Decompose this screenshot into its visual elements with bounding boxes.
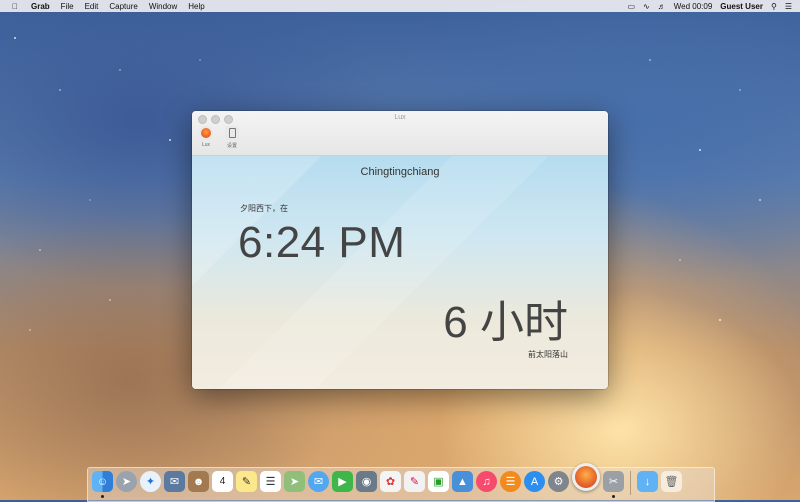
menu-bar:  Grab File Edit Capture Window Help ▭ ∿…: [0, 0, 800, 12]
sunset-prefix-text: 夕阳西下，在: [240, 204, 288, 213]
calendar-icon[interactable]: 4: [212, 471, 233, 492]
contacts-icon[interactable]: ☻: [188, 471, 209, 492]
downloads-folder-icon[interactable]: ↓: [637, 471, 658, 492]
notes-icon[interactable]: ✎: [236, 471, 257, 492]
sunset-time: 6:24 PM: [238, 218, 406, 267]
system-preferences-icon[interactable]: ⚙: [548, 471, 569, 492]
trash-icon[interactable]: 🗑: [661, 471, 682, 492]
toolbar-settings-label: 设置: [226, 143, 237, 149]
dock: ☺ ➤ ✦ ✉ ☻ 4 ✎ ☰ ➤ ✉ ▶ ◉ ✿ ✎ ▣ ▲ ♫ ☰ A ⚙ …: [87, 463, 715, 502]
location-name: Chingtingchiang: [360, 166, 440, 178]
window-toolbar: Lux 设置: [196, 126, 242, 149]
facetime-icon[interactable]: ▶: [332, 471, 353, 492]
menu-window[interactable]: Window: [149, 2, 177, 11]
notification-center-icon[interactable]: ☰: [785, 2, 792, 11]
photo-booth-icon[interactable]: ◉: [356, 471, 377, 492]
finder-icon[interactable]: ☺: [92, 471, 113, 498]
mail-icon[interactable]: ✉: [164, 471, 185, 492]
photos-icon[interactable]: ✿: [380, 471, 401, 492]
menu-app-name[interactable]: Grab: [31, 2, 50, 11]
menu-file[interactable]: File: [61, 2, 74, 11]
menu-capture[interactable]: Capture: [109, 2, 137, 11]
menu-user[interactable]: Guest User: [720, 2, 763, 11]
keynote-icon[interactable]: ▲: [452, 471, 473, 492]
app-store-icon[interactable]: A: [524, 471, 545, 492]
menu-edit[interactable]: Edit: [85, 2, 99, 11]
hours-remaining: 6 小时: [443, 298, 568, 347]
apple-menu-icon[interactable]: : [8, 2, 22, 11]
ibooks-icon[interactable]: ☰: [500, 471, 521, 492]
dock-divider: [630, 471, 631, 495]
menu-clock[interactable]: Wed 00:09: [674, 2, 713, 11]
toolbar-lux-button[interactable]: Lux: [196, 126, 216, 149]
window-titlebar[interactable]: Lux Lux 设置: [192, 111, 608, 156]
sunset-panel: Chingtingchiang 夕阳西下，在 6:24 PM 6 小时 前太阳落…: [192, 156, 608, 389]
grab-icon[interactable]: ✂: [603, 471, 624, 498]
until-sunset-text: 前太阳落山: [528, 350, 568, 359]
menu-help[interactable]: Help: [188, 2, 204, 11]
itunes-icon[interactable]: ♫: [476, 471, 497, 492]
toolbar-settings-button[interactable]: 设置: [222, 126, 242, 149]
lux-dock-icon[interactable]: [572, 463, 600, 491]
maps-icon[interactable]: ➤: [284, 471, 305, 492]
lux-sun-icon: [199, 126, 213, 140]
reminders-icon[interactable]: ☰: [260, 471, 281, 492]
launchpad-icon[interactable]: ➤: [116, 471, 137, 492]
messages-icon[interactable]: ✉: [308, 471, 329, 492]
toolbar-lux-label: Lux: [201, 142, 211, 148]
settings-phone-icon: [225, 126, 239, 140]
airplay-icon[interactable]: ▭: [627, 2, 635, 11]
volume-icon[interactable]: ♬: [658, 2, 666, 11]
pages-icon[interactable]: ✎: [404, 471, 425, 492]
window-title: Lux: [394, 114, 406, 121]
calendar-day: 4: [219, 476, 226, 487]
safari-icon[interactable]: ✦: [140, 471, 161, 492]
lux-window: Lux Lux 设置 Chingtingchiang 夕阳西下，在 6:24 P…: [192, 111, 608, 389]
spotlight-search-icon[interactable]: ⚲: [771, 2, 777, 11]
wifi-icon[interactable]: ∿: [643, 2, 650, 11]
numbers-icon[interactable]: ▣: [428, 471, 449, 492]
